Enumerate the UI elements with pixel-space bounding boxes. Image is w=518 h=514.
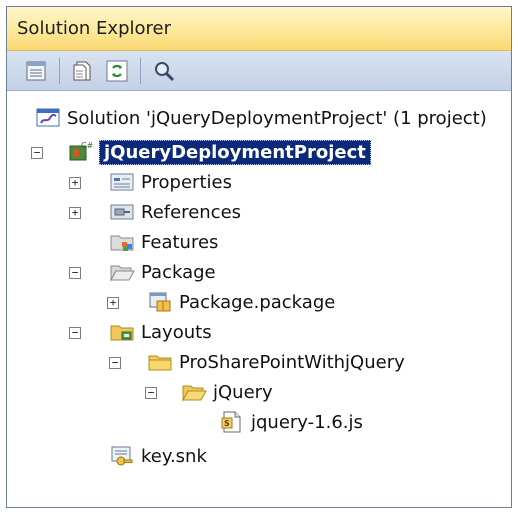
collapse-toggle[interactable]: −	[69, 267, 81, 279]
tree-item-package[interactable]: Package	[109, 257, 216, 287]
view-class-diagram-icon	[155, 61, 175, 81]
expand-toggle[interactable]: +	[69, 207, 81, 219]
collapse-toggle[interactable]: −	[69, 327, 81, 339]
folder-open-icon	[182, 385, 207, 402]
tree-item-properties[interactable]: Properties	[109, 167, 232, 197]
tree-item-solution[interactable]: Solution 'jQueryDeploymentProject' (1 pr…	[35, 103, 487, 133]
svg-text:C#: C#	[81, 141, 93, 150]
expand-toggle[interactable]: +	[107, 297, 119, 309]
expand-toggle[interactable]: +	[69, 177, 81, 189]
javascript-file-icon: S	[221, 411, 241, 433]
tree-item-label: Layouts	[141, 321, 212, 343]
tree-item-label: jQueryDeploymentProject	[99, 139, 371, 165]
refresh-button[interactable]	[104, 58, 130, 84]
key-file-icon	[111, 446, 133, 466]
panel-title-text: Solution Explorer	[17, 18, 171, 39]
tree-item-label: References	[141, 201, 242, 223]
solution-explorer-panel: Solution Explorer Solution 'jQueryDeploy…	[6, 6, 512, 508]
folder-icon	[148, 355, 172, 371]
tree-item-features[interactable]: Features	[109, 227, 218, 257]
tree-item-layouts[interactable]: Layouts	[109, 317, 212, 347]
layouts-folder-icon	[110, 325, 134, 341]
toolbar-separator	[140, 57, 141, 84]
tree-item-package-file[interactable]: Package.package	[147, 287, 335, 317]
tree-item-label: Package.package	[179, 291, 336, 313]
tree-item-label: jquery-1.6.js	[251, 411, 363, 433]
svg-text:S: S	[224, 419, 230, 428]
tree-item-references[interactable]: References	[109, 197, 241, 227]
toolbar-separator	[59, 57, 60, 84]
tree-item-label: key.snk	[141, 445, 207, 467]
tree-item-label: Properties	[141, 171, 232, 193]
package-folder-open-icon	[110, 265, 135, 282]
tree-item-jquery-folder[interactable]: jQuery	[181, 377, 273, 407]
solution-tree: Solution 'jQueryDeploymentProject' (1 pr…	[7, 93, 511, 507]
features-folder-icon	[110, 235, 134, 251]
toolbar	[7, 51, 511, 91]
references-icon	[110, 204, 134, 220]
tree-item-key-file[interactable]: key.snk	[109, 441, 207, 471]
properties-folder-icon	[110, 173, 134, 191]
tree-item-label: Features	[141, 231, 219, 253]
package-file-icon	[149, 292, 171, 312]
solution-icon	[36, 108, 60, 127]
csharp-project-icon: C#	[69, 141, 93, 161]
refresh-icon	[106, 60, 128, 81]
view-class-diagram-button[interactable]	[151, 58, 177, 84]
show-all-files-icon	[73, 61, 91, 80]
tree-item-layouts-folder[interactable]: ProSharePointWithjQuery	[147, 347, 405, 377]
show-all-files-button[interactable]	[70, 58, 96, 84]
properties-icon	[26, 61, 46, 80]
properties-button[interactable]	[23, 58, 49, 84]
tree-item-label: ProSharePointWithjQuery	[179, 351, 405, 373]
tree-item-label: jQuery	[213, 381, 273, 403]
panel-title: Solution Explorer	[7, 7, 511, 51]
tree-item-project[interactable]: C# jQueryDeploymentProject	[67, 137, 371, 167]
collapse-toggle[interactable]: −	[31, 147, 43, 159]
collapse-toggle[interactable]: −	[109, 357, 121, 369]
tree-item-jquery-file[interactable]: S jquery-1.6.js	[219, 407, 363, 437]
tree-item-label: Package	[141, 261, 216, 283]
collapse-toggle[interactable]: −	[145, 387, 157, 399]
tree-item-label: Solution 'jQueryDeploymentProject' (1 pr…	[67, 107, 487, 129]
